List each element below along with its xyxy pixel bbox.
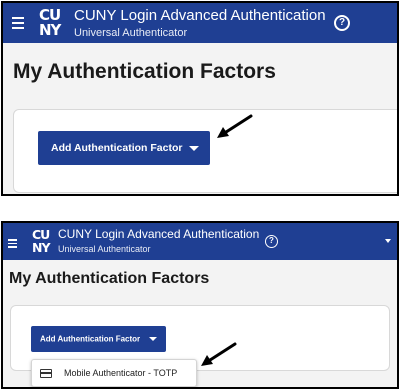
cuny-logo: CU NY bbox=[39, 8, 61, 39]
app-header: CU NY CUNY Login Advanced Authentication… bbox=[3, 3, 397, 43]
menu-item-mobile-authenticator-totp[interactable]: Mobile Authenticator - TOTP bbox=[32, 360, 196, 386]
hamburger-icon[interactable] bbox=[12, 17, 24, 32]
chevron-down-icon bbox=[149, 337, 157, 341]
logo-line-2: NY bbox=[39, 21, 61, 39]
help-icon[interactable]: ? bbox=[334, 15, 350, 31]
logo-line-2: NY bbox=[32, 239, 50, 255]
arrow-icon bbox=[201, 342, 237, 366]
add-authentication-factor-button[interactable]: Add Authentication Factor bbox=[31, 326, 166, 352]
page-title: My Authentication Factors bbox=[9, 270, 210, 287]
app-header: CU NY CUNY Login Advanced Authentication… bbox=[3, 223, 397, 260]
add-authentication-factor-button[interactable]: Add Authentication Factor bbox=[38, 131, 210, 165]
chevron-down-icon bbox=[189, 146, 199, 151]
screenshot-panel-bottom: CU NY CUNY Login Advanced Authentication… bbox=[1, 221, 399, 389]
chevron-down-icon[interactable] bbox=[385, 239, 391, 243]
cuny-logo: CU NY bbox=[32, 228, 50, 255]
app-title: CUNY Login Advanced Authentication bbox=[58, 227, 260, 241]
page-title: My Authentication Factors bbox=[13, 60, 276, 83]
screenshot-panel-top: CU NY CUNY Login Advanced Authentication… bbox=[1, 1, 399, 196]
help-icon[interactable]: ? bbox=[265, 235, 278, 248]
credit-card-icon bbox=[40, 369, 52, 378]
add-factor-dropdown-menu: Mobile Authenticator - TOTP bbox=[31, 359, 197, 387]
app-title: CUNY Login Advanced Authentication bbox=[74, 7, 326, 24]
arrow-icon bbox=[217, 114, 253, 138]
hamburger-icon[interactable] bbox=[8, 239, 17, 250]
menu-item-label: Mobile Authenticator - TOTP bbox=[64, 368, 178, 378]
add-button-label: Add Authentication Factor bbox=[40, 334, 141, 344]
add-button-label: Add Authentication Factor bbox=[51, 142, 183, 154]
app-subtitle: Universal Authenticator bbox=[58, 244, 151, 254]
app-subtitle: Universal Authenticator bbox=[74, 27, 188, 39]
